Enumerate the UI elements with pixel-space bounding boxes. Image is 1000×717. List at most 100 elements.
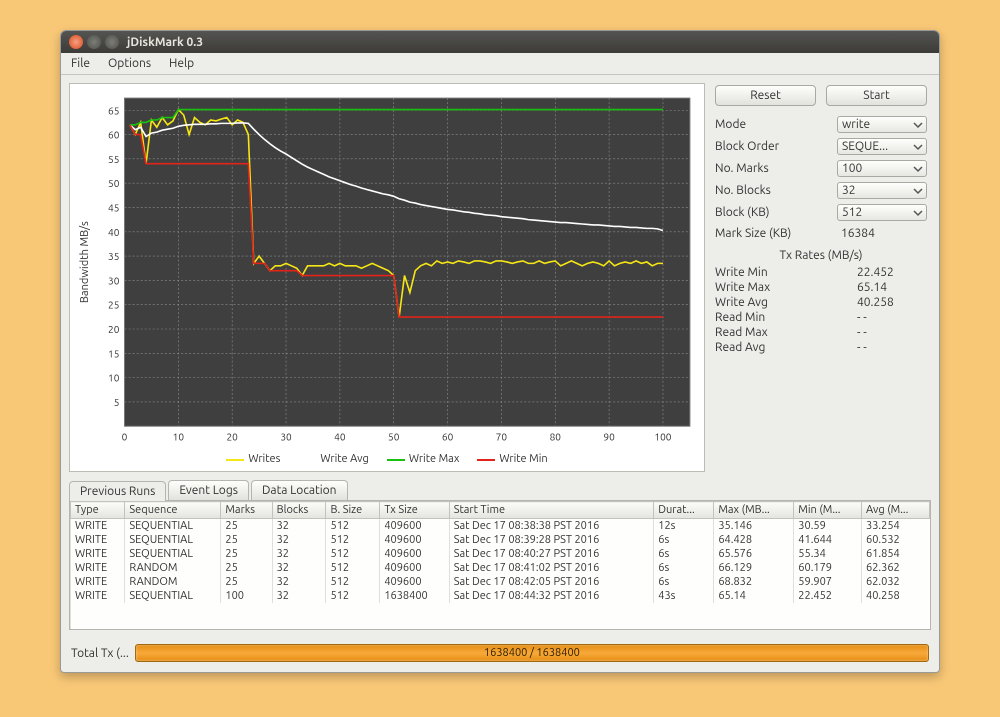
titlebar[interactable]: jDiskMark 0.3 <box>61 31 939 53</box>
cell-start: Sat Dec 17 08:39:28 PST 2016 <box>449 533 654 547</box>
cell-type: WRITE <box>71 519 125 534</box>
col-type[interactable]: Type <box>71 502 125 519</box>
reset-button[interactable]: Reset <box>715 85 816 106</box>
cell-dur: 6s <box>654 575 714 589</box>
cell-start: Sat Dec 17 08:40:27 PST 2016 <box>449 547 654 561</box>
progress-bar: 1638400 / 1638400 <box>135 644 929 662</box>
progress-text: 1638400 / 1638400 <box>484 647 580 659</box>
cell-max: 35.146 <box>714 519 794 534</box>
read-min-label: Read Min <box>715 311 857 324</box>
table-row[interactable]: WRITESEQUENTIAL100325121638400Sat Dec 17… <box>71 589 930 603</box>
svg-text:Bandwidth MB/s: Bandwidth MB/s <box>79 221 91 303</box>
minimize-icon[interactable] <box>87 35 101 49</box>
legend-write_max: Write Max <box>387 453 460 465</box>
cell-txsize: 409600 <box>380 533 449 547</box>
cell-txsize: 409600 <box>380 575 449 589</box>
svg-text:15: 15 <box>108 348 119 359</box>
cell-marks: 100 <box>221 589 272 603</box>
cell-marks: 25 <box>221 561 272 575</box>
cell-dur: 6s <box>654 533 714 547</box>
cell-avg: 62.032 <box>862 575 930 589</box>
chevron-down-icon <box>913 120 923 130</box>
svg-text:100: 100 <box>654 431 671 442</box>
table-row[interactable]: WRITESEQUENTIAL2532512409600Sat Dec 17 0… <box>71 547 930 561</box>
tab-event-logs[interactable]: Event Logs <box>168 480 249 500</box>
cell-marks: 25 <box>221 533 272 547</box>
cell-min: 22.452 <box>794 589 862 603</box>
svg-text:25: 25 <box>108 300 119 311</box>
cell-seq: SEQUENTIAL <box>125 519 221 534</box>
mark-size-label: Mark Size (KB) <box>715 227 837 240</box>
cell-type: WRITE <box>71 533 125 547</box>
menu-help[interactable]: Help <box>165 55 198 72</box>
cell-seq: SEQUENTIAL <box>125 589 221 603</box>
col-durat[interactable]: Durat... <box>654 502 714 519</box>
legend-writes: Writes <box>226 453 280 465</box>
svg-text:40: 40 <box>334 431 346 442</box>
block-order-select[interactable]: SEQUE... <box>837 138 927 155</box>
cell-marks: 25 <box>221 575 272 589</box>
menu-file[interactable]: File <box>67 55 94 72</box>
maximize-icon[interactable] <box>105 35 119 49</box>
cell-bsize: 512 <box>326 575 380 589</box>
cell-max: 68.832 <box>714 575 794 589</box>
bandwidth-chart: 5101520253035404550556065010203040506070… <box>74 88 700 451</box>
col-blocks[interactable]: Blocks <box>272 502 326 519</box>
cell-blocks: 32 <box>272 589 326 603</box>
svg-text:65: 65 <box>108 105 119 116</box>
table-row[interactable]: WRITESEQUENTIAL2532512409600Sat Dec 17 0… <box>71 533 930 547</box>
col-sequence[interactable]: Sequence <box>125 502 221 519</box>
svg-text:60: 60 <box>442 431 454 442</box>
app-window: jDiskMark 0.3 File Options Help 51015202… <box>60 30 940 673</box>
svg-text:20: 20 <box>227 431 239 442</box>
cell-type: WRITE <box>71 561 125 575</box>
cell-avg: 61.854 <box>862 547 930 561</box>
col-bsize[interactable]: B. Size <box>326 502 380 519</box>
col-txsize[interactable]: Tx Size <box>380 502 449 519</box>
total-tx-label: Total Tx (... <box>71 647 129 660</box>
chevron-down-icon <box>913 208 923 218</box>
cell-max: 65.14 <box>714 589 794 603</box>
mode-value: write <box>842 118 870 131</box>
table-header-row: Type Sequence Marks Blocks B. Size Tx Si… <box>71 502 930 519</box>
no-marks-label: No. Marks <box>715 162 837 175</box>
start-button[interactable]: Start <box>826 85 927 106</box>
block-order-value: SEQUE... <box>842 140 888 153</box>
table-row[interactable]: WRITERANDOM2532512409600Sat Dec 17 08:42… <box>71 575 930 589</box>
svg-text:70: 70 <box>496 431 508 442</box>
no-marks-spinner[interactable]: 100 <box>837 160 927 177</box>
svg-text:90: 90 <box>603 431 615 442</box>
tab-previous-runs[interactable]: Previous Runs <box>69 481 166 501</box>
tab-strip: Previous Runs Event Logs Data Location <box>69 480 931 500</box>
col-marks[interactable]: Marks <box>221 502 272 519</box>
no-blocks-label: No. Blocks <box>715 184 837 197</box>
read-avg-value: - - <box>857 341 927 354</box>
chevron-down-icon <box>913 142 923 152</box>
close-icon[interactable] <box>69 35 83 49</box>
col-avg[interactable]: Avg (M... <box>862 502 930 519</box>
col-start[interactable]: Start Time <box>449 502 654 519</box>
cell-avg: 60.532 <box>862 533 930 547</box>
svg-text:5: 5 <box>114 397 120 408</box>
col-min[interactable]: Min (M... <box>794 502 862 519</box>
cell-type: WRITE <box>71 589 125 603</box>
tx-rates-header: Tx Rates (MB/s) <box>715 249 927 262</box>
tab-data-location[interactable]: Data Location <box>251 480 348 500</box>
mode-select[interactable]: write <box>837 116 927 133</box>
no-blocks-spinner[interactable]: 32 <box>837 182 927 199</box>
read-max-label: Read Max <box>715 326 857 339</box>
table-row[interactable]: WRITESEQUENTIAL2532512409600Sat Dec 17 0… <box>71 519 930 534</box>
write-min-value: 22.452 <box>857 266 927 279</box>
menu-options[interactable]: Options <box>104 55 155 72</box>
no-blocks-value: 32 <box>842 184 856 197</box>
cell-blocks: 32 <box>272 533 326 547</box>
cell-start: Sat Dec 17 08:42:05 PST 2016 <box>449 575 654 589</box>
svg-text:30: 30 <box>280 431 292 442</box>
no-marks-value: 100 <box>842 162 862 175</box>
block-kb-spinner[interactable]: 512 <box>837 204 927 221</box>
legend-write_avg: Write Avg <box>298 453 368 465</box>
chevron-down-icon <box>913 186 923 196</box>
table-row[interactable]: WRITERANDOM2532512409600Sat Dec 17 08:41… <box>71 561 930 575</box>
col-max[interactable]: Max (MB... <box>714 502 794 519</box>
cell-bsize: 512 <box>326 547 380 561</box>
